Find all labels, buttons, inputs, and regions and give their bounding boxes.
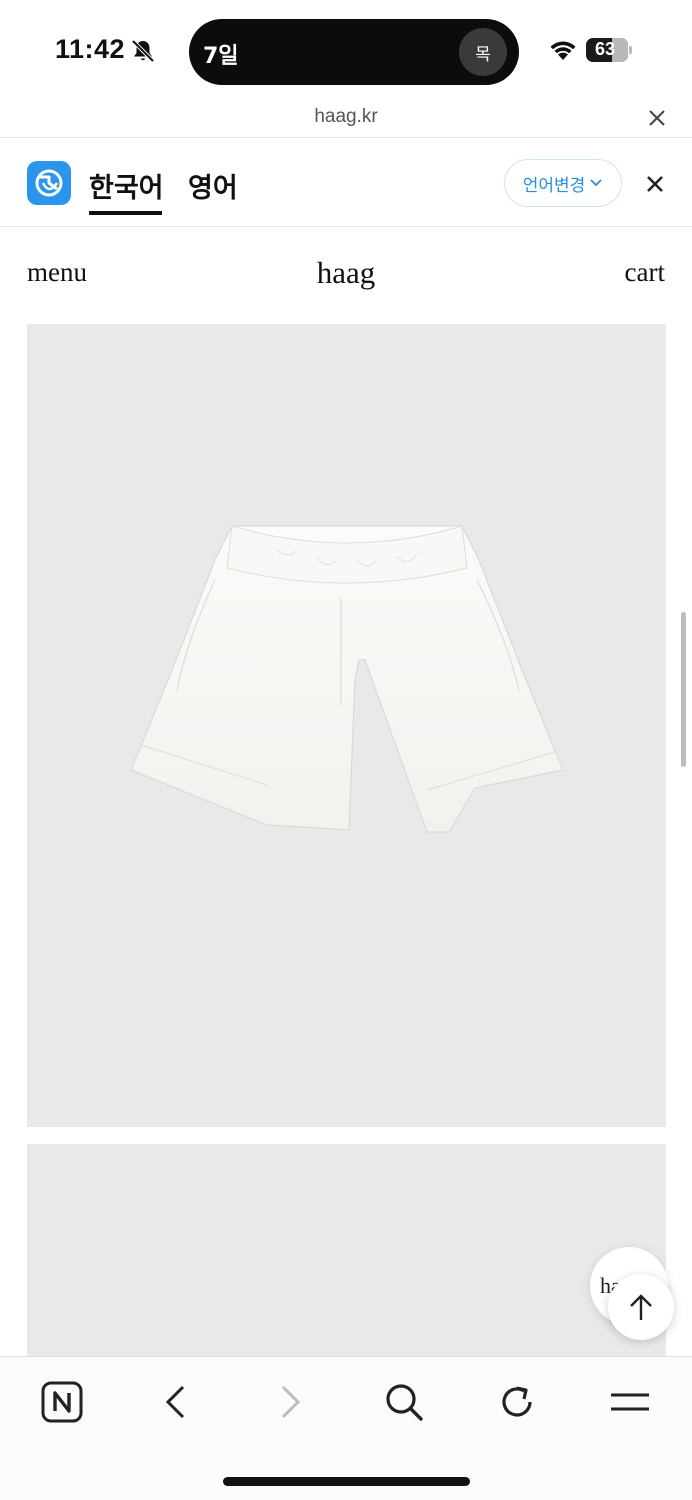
status-bar: 11:42 7일 목 63 [0,0,692,100]
battery-indicator: 63 [586,38,628,62]
back-arrow-icon [165,1385,185,1419]
close-icon[interactable] [646,107,668,129]
forward-button[interactable] [265,1377,315,1427]
home-indicator[interactable] [223,1477,470,1486]
search-button[interactable] [379,1377,429,1427]
chevron-down-icon [590,179,602,187]
battery-level: 63 [594,39,616,59]
product-image[interactable] [27,1144,666,1356]
menu-button[interactable] [605,1377,655,1427]
translate-logo-icon [27,161,71,205]
close-icon[interactable] [643,172,667,196]
hamburger-menu-icon [611,1393,649,1411]
site-header: menu haag cart [0,228,692,318]
product-image[interactable] [27,324,666,1127]
url-text[interactable]: haag.kr [0,106,692,128]
forward-arrow-icon [281,1385,301,1419]
arrow-up-icon [630,1294,652,1320]
url-bar[interactable]: haag.kr [0,100,692,138]
language-change-label: 언어변경 [522,175,586,196]
language-change-button[interactable]: 언어변경 [504,159,622,207]
site-logo[interactable]: haag [0,255,692,291]
translate-bar: 한국어 영어 언어변경 [0,139,692,227]
scroll-to-top-button[interactable] [608,1274,674,1340]
island-text: 7일 [203,44,239,69]
tab-english[interactable]: 영어 [188,166,238,205]
back-button[interactable] [151,1377,201,1427]
bell-muted-icon [131,39,155,63]
tab-korean[interactable]: 한국어 [89,166,164,205]
wifi-icon [550,41,576,60]
naver-home-button[interactable] [37,1377,87,1427]
cart-link[interactable]: cart [625,257,665,288]
island-badge: 목 [459,28,507,76]
dynamic-island[interactable]: 7일 목 [189,19,519,85]
status-time: 11:42 [55,34,126,64]
battery-nub [629,46,632,54]
scroll-indicator[interactable] [681,612,686,767]
reload-button[interactable] [492,1377,542,1427]
naver-n-icon [41,1381,83,1423]
reload-icon [502,1386,532,1417]
active-tab-underline [89,211,162,215]
search-icon [386,1384,423,1421]
browser-toolbar [0,1356,692,1500]
shorts-image [130,525,564,833]
